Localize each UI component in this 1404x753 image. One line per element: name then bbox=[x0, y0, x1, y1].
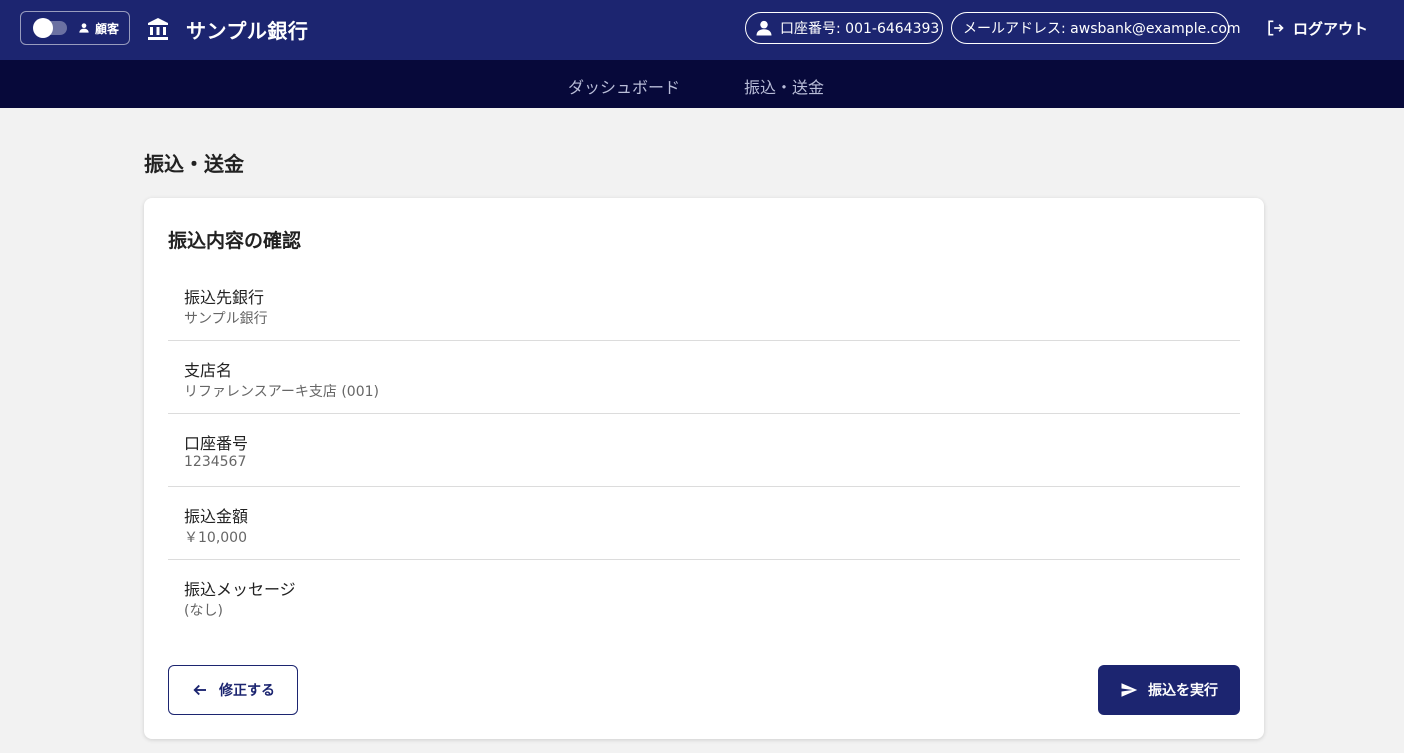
email-text: メールアドレス: awsbank@example.com bbox=[963, 21, 1241, 37]
logout-label: ログアウト bbox=[1293, 19, 1369, 38]
send-icon bbox=[1120, 681, 1148, 699]
email-pill: メールアドレス: awsbank@example.com bbox=[951, 12, 1241, 44]
card-title: 振込内容の確認 bbox=[168, 230, 302, 252]
detail-value: リファレンスアーキ支店 (001) bbox=[184, 384, 379, 400]
detail-row-amount: 振込金額 ￥10,000 bbox=[168, 487, 1240, 560]
toggle-knob bbox=[33, 18, 53, 38]
detail-value: ￥10,000 bbox=[184, 530, 247, 546]
tab-transfer[interactable]: 振込・送金 bbox=[744, 74, 824, 98]
detail-row-account: 口座番号 1234567 bbox=[168, 414, 1240, 487]
detail-row-message: 振込メッセージ (なし) bbox=[168, 560, 1240, 633]
bank-name: サンプル銀行 bbox=[186, 18, 309, 43]
brand[interactable]: サンプル銀行 bbox=[146, 14, 308, 44]
bank-icon bbox=[146, 17, 170, 41]
toggle-switch[interactable] bbox=[33, 18, 67, 38]
execute-transfer-button[interactable]: 振込を実行 bbox=[1098, 665, 1240, 715]
edit-button[interactable]: 修正する bbox=[168, 665, 298, 715]
detail-label: 振込金額 bbox=[184, 507, 249, 526]
detail-value: (なし) bbox=[184, 603, 223, 619]
account-number-pill: 口座番号: 001-6464393 bbox=[745, 12, 943, 44]
logout-icon bbox=[1265, 18, 1293, 38]
execute-transfer-label: 振込を実行 bbox=[1148, 682, 1218, 698]
arrow-left-icon bbox=[191, 681, 219, 699]
sub-navigation: ダッシュボード 振込・送金 bbox=[0, 60, 1404, 108]
person-icon bbox=[754, 18, 780, 38]
detail-label: 口座番号 bbox=[184, 434, 249, 453]
page-title: 振込・送金 bbox=[144, 152, 244, 176]
top-header: 顧客 サンプル銀行 口座番号: 001-6464393 メールアドレス: aws… bbox=[0, 0, 1404, 60]
role-label: 顧客 bbox=[95, 21, 120, 36]
detail-row-branch: 支店名 リファレンスアーキ支店 (001) bbox=[168, 341, 1240, 414]
detail-label: 振込先銀行 bbox=[184, 288, 265, 307]
account-number-text: 口座番号: 001-6464393 bbox=[780, 21, 940, 37]
person-icon bbox=[77, 21, 91, 35]
confirmation-card: 振込内容の確認 振込先銀行 サンプル銀行 支店名 リファレンスアーキ支店 (00… bbox=[144, 198, 1264, 739]
logout-button[interactable]: ログアウト bbox=[1265, 17, 1368, 39]
detail-label: 振込メッセージ bbox=[184, 580, 296, 599]
detail-row-bank: 振込先銀行 サンプル銀行 bbox=[168, 268, 1240, 341]
tab-dashboard[interactable]: ダッシュボード bbox=[568, 74, 680, 98]
detail-value: サンプル銀行 bbox=[184, 311, 268, 327]
edit-button-label: 修正する bbox=[219, 682, 275, 698]
detail-value: 1234567 bbox=[184, 454, 247, 470]
detail-label: 支店名 bbox=[184, 361, 233, 380]
role-toggle[interactable]: 顧客 bbox=[20, 11, 130, 45]
